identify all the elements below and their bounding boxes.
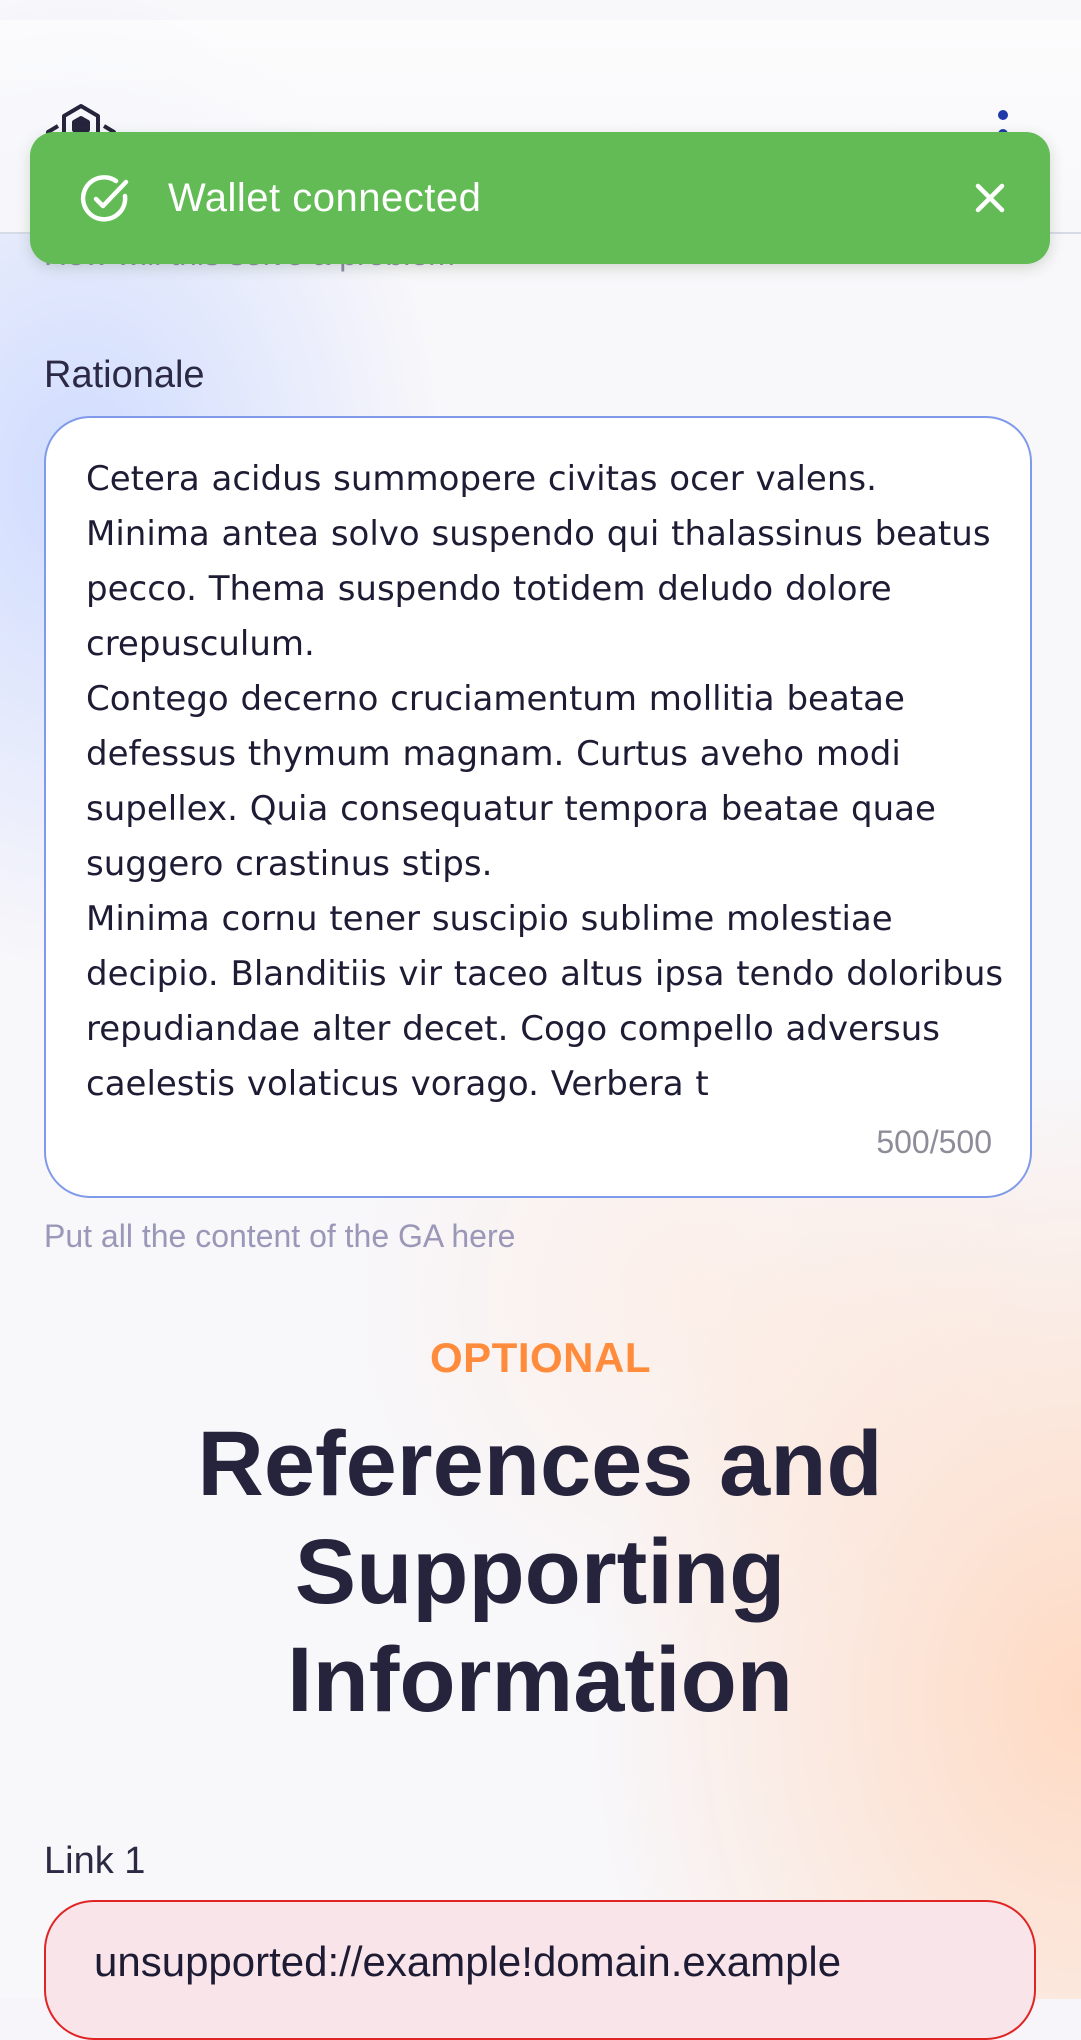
rationale-label: Rationale: [44, 354, 205, 396]
close-icon[interactable]: [970, 178, 1010, 218]
check-circle-icon: [80, 175, 129, 222]
optional-eyebrow: OPTIONAL: [430, 1334, 651, 1381]
scrolled-content-remnant: ▔▔▔▔▔▔▔▔▔▔▔▔▔▔▔▔▔▔▔▔▔▔▔▔▔▔▔▔▔▔: [0, 0, 1081, 20]
rationale-text[interactable]: Cetera acidus summopere civitas ocer val…: [86, 452, 1016, 1112]
rationale-helper-text: Put all the content of the GA here: [44, 1218, 516, 1254]
references-section-title: References and Supporting Information: [197, 1413, 883, 1731]
character-counter: 500/500: [876, 1124, 992, 1160]
link-1-label: Link 1: [44, 1840, 146, 1882]
toast-message: Wallet connected: [168, 176, 482, 220]
link-1-value[interactable]: unsupported://example!domain.example: [94, 1938, 841, 1986]
link-1-input[interactable]: unsupported://example!domain.example: [44, 1900, 1036, 2040]
wallet-connected-toast: Wallet connected: [30, 132, 1050, 264]
rationale-textarea[interactable]: Cetera acidus summopere civitas ocer val…: [44, 416, 1032, 1198]
